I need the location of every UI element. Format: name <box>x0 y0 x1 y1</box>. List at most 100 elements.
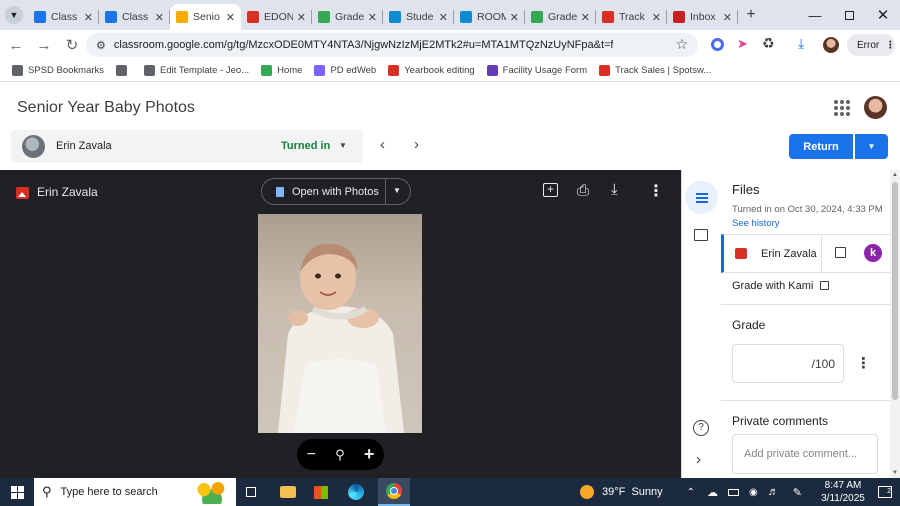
help-icon[interactable]: ? <box>693 420 709 436</box>
volume-icon[interactable]: ♬ <box>768 486 779 498</box>
grade-more-vert-icon[interactable]: ⋮ <box>856 354 871 372</box>
grade-input[interactable]: /100 <box>732 344 844 383</box>
close-tab-icon[interactable]: ✕ <box>368 11 377 24</box>
bookmark-item[interactable]: Track Sales | Spotsw... <box>599 65 711 76</box>
maximize-button[interactable] <box>832 10 866 20</box>
browser-tab[interactable]: Grade ✕ <box>525 4 596 30</box>
extensions-puzzle-icon[interactable]: ♻ <box>762 35 775 52</box>
expand-panel-icon[interactable]: › <box>696 451 701 468</box>
browser-tab[interactable]: Senio ✕ <box>170 4 241 30</box>
cloud-icon[interactable]: ☁ <box>707 486 718 499</box>
scrollbar[interactable]: ▲ ▼ <box>890 170 900 478</box>
site-settings-icon[interactable]: ⚙ <box>96 39 106 52</box>
downloads-icon[interactable]: ⤓ <box>798 35 804 52</box>
browser-tab[interactable]: Stude ✕ <box>383 4 454 30</box>
error-button[interactable]: Error ⋮ <box>847 34 895 56</box>
notifications-button[interactable]: 2 <box>878 486 892 498</box>
google-apps-icon[interactable] <box>834 100 850 116</box>
browser-tab[interactable]: ROOM ✕ <box>454 4 525 30</box>
wifi-icon[interactable]: ◉ <box>749 487 758 498</box>
close-tab-icon[interactable]: ✕ <box>652 11 661 24</box>
chrome-taskbar-button[interactable] <box>378 478 410 506</box>
open-in-new-icon[interactable] <box>835 247 846 258</box>
close-tab-icon[interactable]: ✕ <box>226 11 235 24</box>
clock[interactable]: 8:47 AM 3/11/2025 <box>814 479 872 505</box>
back-button[interactable]: ← <box>4 33 28 57</box>
close-window-button[interactable]: ✕ <box>866 6 900 24</box>
return-options-button[interactable]: ▼ <box>855 134 888 159</box>
bookmark-item[interactable]: Yearbook editing <box>388 65 475 76</box>
scroll-up-arrow[interactable]: ▲ <box>892 172 898 178</box>
minimize-button[interactable]: — <box>798 8 832 23</box>
weather-text[interactable]: 39°F Sunny <box>602 486 663 498</box>
reload-button[interactable]: ↻ <box>60 33 84 57</box>
forward-button[interactable]: → <box>32 33 56 57</box>
scroll-thumb[interactable] <box>892 182 898 400</box>
zoom-search-icon[interactable]: ⚲ <box>335 447 345 463</box>
browser-tab[interactable]: Track ✕ <box>596 4 667 30</box>
scroll-down-arrow[interactable]: ▼ <box>892 470 898 476</box>
edon-icon <box>388 65 400 76</box>
zoom-out-button[interactable]: − <box>307 446 316 464</box>
close-tab-icon[interactable]: ✕ <box>155 11 164 24</box>
bookmark-label: SPSD Bookmarks <box>28 65 105 76</box>
extension-icon-blue[interactable] <box>711 38 724 51</box>
address-bar-row: ← → ↻ ⚙ classroom.google.com/g/tg/MzcxOD… <box>0 30 900 60</box>
comments-icon[interactable] <box>694 229 708 241</box>
task-view-icon[interactable] <box>246 487 256 497</box>
see-history-link[interactable]: See history <box>732 218 780 229</box>
comment-placeholder: Add private comment... <box>744 448 858 460</box>
battery-icon[interactable] <box>728 488 740 496</box>
omnibox[interactable]: ⚙ classroom.google.com/g/tg/MzcxODE0MTY4… <box>86 33 698 57</box>
bookmark-label: Yearbook editing <box>404 65 475 76</box>
bookmark-item[interactable]: Edit Template - Jeo... <box>144 65 249 76</box>
taskbar-search-box[interactable]: ⚲ Type here to search <box>34 478 236 506</box>
browser-tab[interactable]: Grade ✕ <box>312 4 383 30</box>
file-explorer-icon[interactable] <box>280 486 296 498</box>
account-avatar[interactable] <box>864 96 887 119</box>
close-tab-icon[interactable]: ✕ <box>297 11 306 24</box>
sunny-weather-icon[interactable] <box>580 485 594 499</box>
close-tab-icon[interactable]: ✕ <box>510 11 519 24</box>
add-comment-icon[interactable]: + <box>543 183 558 197</box>
grade-with-kami-checkbox[interactable] <box>820 281 829 290</box>
browser-tab[interactable]: EDON ✕ <box>241 4 312 30</box>
show-hidden-icons-icon[interactable]: ⌃ <box>687 487 695 498</box>
pen-icon[interactable]: ✎ <box>793 486 802 499</box>
bookmark-item[interactable]: Home <box>261 65 302 76</box>
tab-search-button[interactable]: ▼ <box>0 0 28 30</box>
dropdown-arrow-icon[interactable]: ▼ <box>393 186 401 195</box>
close-tab-icon[interactable]: ✕ <box>723 11 732 24</box>
files-tab-button[interactable] <box>685 181 718 214</box>
return-button[interactable]: Return <box>789 134 853 159</box>
edge-icon[interactable] <box>348 484 364 500</box>
start-button[interactable] <box>0 478 34 506</box>
new-tab-button[interactable]: + <box>738 2 764 28</box>
private-comment-input[interactable]: Add private comment... <box>732 434 878 474</box>
bookmark-item[interactable]: Facility Usage Form <box>486 65 587 76</box>
bookmark-item[interactable]: SPSD Bookmarks <box>12 65 104 76</box>
close-tab-icon[interactable]: ✕ <box>581 11 590 24</box>
close-tab-icon[interactable]: ✕ <box>84 11 93 24</box>
more-vert-icon[interactable]: ⋮ <box>648 181 664 201</box>
next-student-button[interactable]: › <box>414 136 419 153</box>
previous-student-button[interactable]: ‹ <box>380 136 385 153</box>
bookmark-item[interactable] <box>116 65 132 76</box>
file-attachment-card[interactable]: Erin Zavala k <box>721 234 890 273</box>
browser-tab[interactable]: Inbox ✕ <box>667 4 738 30</box>
store-icon[interactable] <box>314 485 328 499</box>
bookmark-item[interactable]: PD edWeb <box>314 65 376 76</box>
browser-tab[interactable]: Class ✕ <box>28 4 99 30</box>
print-icon[interactable]: ⎙ <box>577 182 589 199</box>
profile-avatar[interactable] <box>823 37 839 53</box>
extension-icon-pink[interactable]: ➤ <box>737 36 748 52</box>
download-icon[interactable]: ⤓ <box>611 181 618 198</box>
bookmark-star-icon[interactable]: ☆ <box>675 36 688 53</box>
open-with-button[interactable]: Open with Photos ▼ <box>261 178 411 205</box>
browser-tab[interactable]: Class ✕ <box>99 4 170 30</box>
kami-icon[interactable]: k <box>864 244 882 262</box>
zoom-in-button[interactable]: + <box>364 444 375 465</box>
student-selector[interactable]: Erin Zavala Turned in ▼ <box>11 130 363 163</box>
close-tab-icon[interactable]: ✕ <box>439 11 448 24</box>
url-text[interactable]: classroom.google.com/g/tg/MzcxODE0MTY4NT… <box>114 39 614 51</box>
